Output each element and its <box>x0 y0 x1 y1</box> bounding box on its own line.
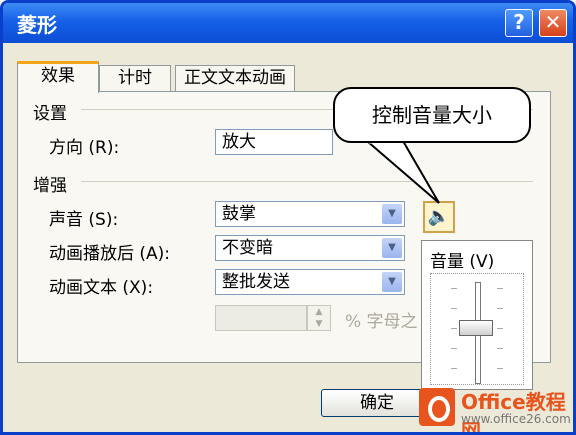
watermark: Office教程网 www.office26.com <box>417 384 573 435</box>
callout-bubble: 控制音量大小 <box>333 87 531 143</box>
dialog-window: 菱形 ? ✕ 效果 计时 正文文本动画 设置 方向 (R): 放大 增强 声音 … <box>0 0 576 435</box>
watermark-title: Office教程网 <box>461 390 566 435</box>
callout-pointer <box>364 140 440 204</box>
watermark-url: www.office26.com <box>461 412 571 426</box>
office-logo-icon <box>419 388 455 426</box>
